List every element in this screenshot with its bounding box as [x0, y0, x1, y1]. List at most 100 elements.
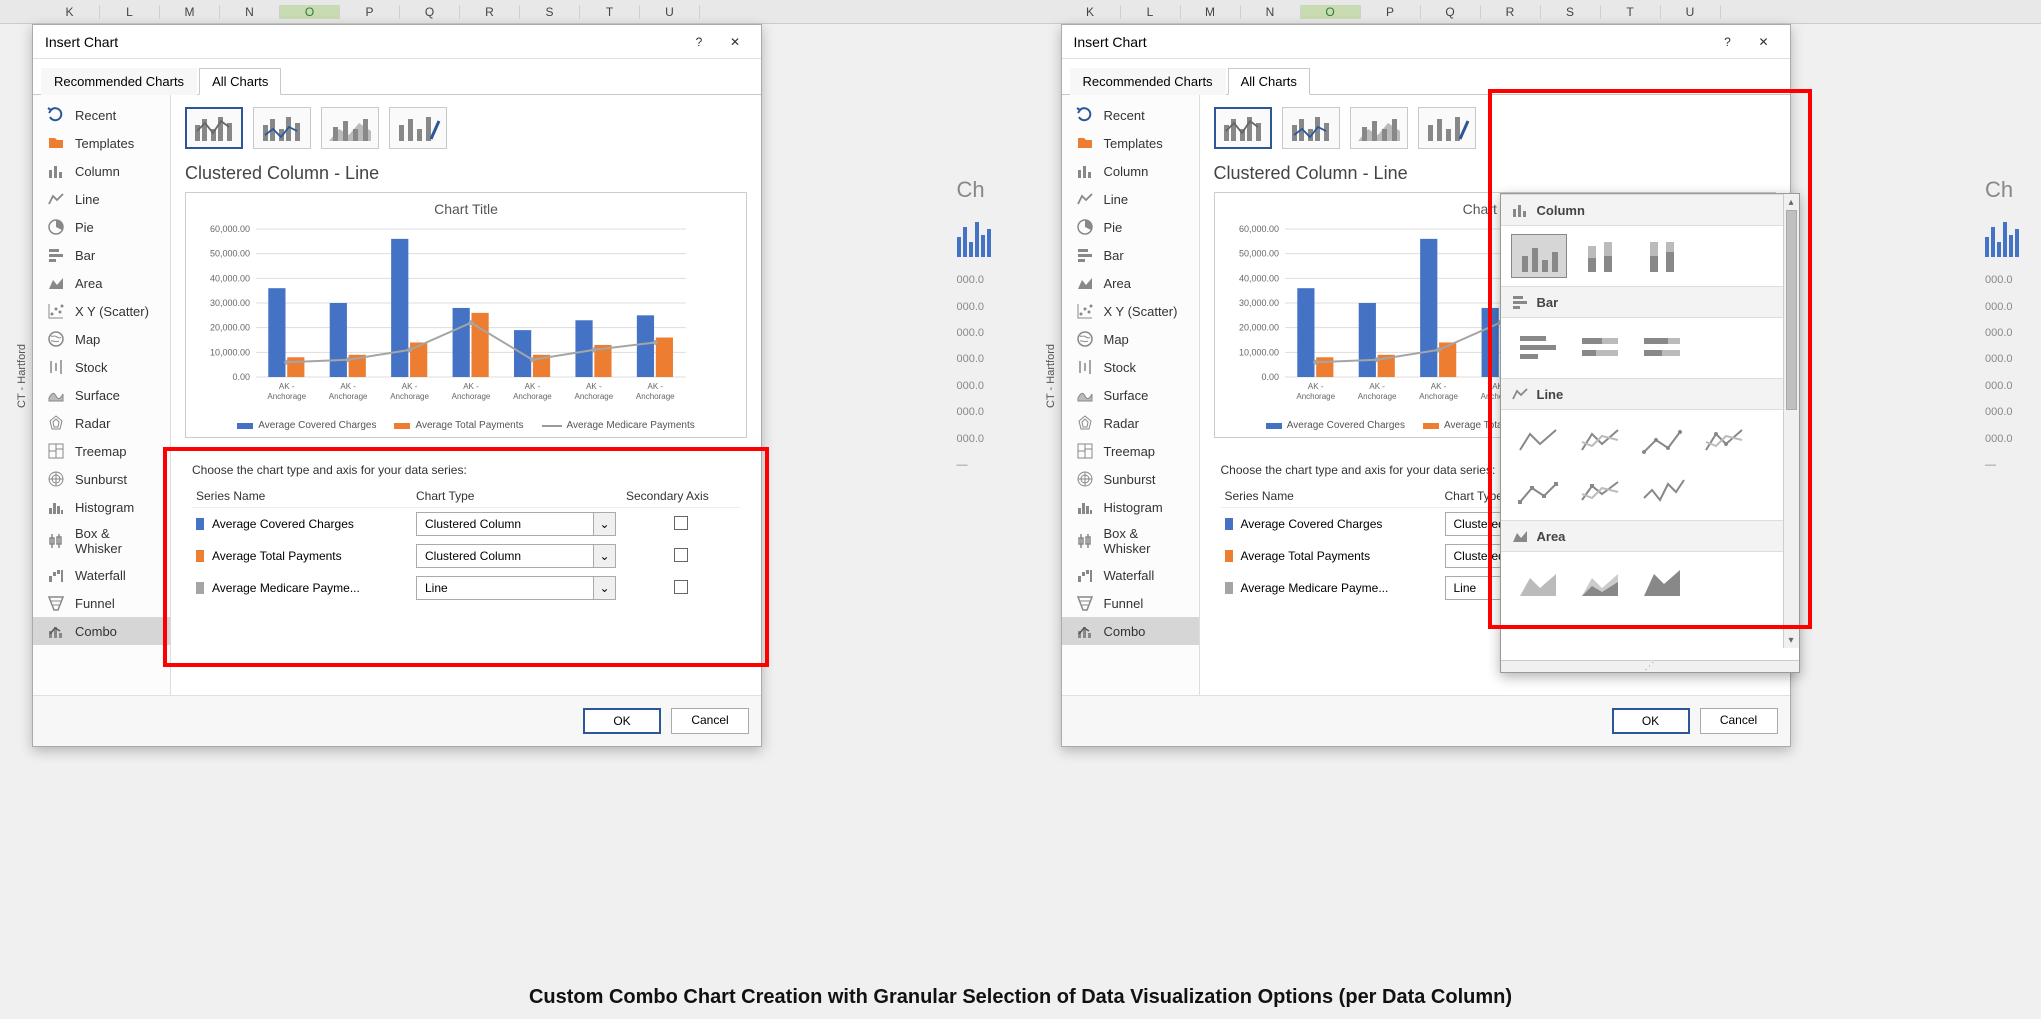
dropdown-option-line-0[interactable] [1511, 418, 1567, 462]
sidebar-item-funnel[interactable]: Funnel [33, 589, 170, 617]
cancel-button[interactable]: Cancel [1700, 708, 1778, 734]
sidebar-item-templates[interactable]: Templates [33, 129, 170, 157]
col-letter[interactable]: L [100, 5, 160, 19]
col-letter[interactable]: N [220, 5, 280, 19]
dropdown-option-bar-0[interactable] [1511, 326, 1567, 370]
sidebar-item-xy[interactable]: X Y (Scatter) [1062, 297, 1199, 325]
scroll-up-icon[interactable]: ▴ [1784, 194, 1799, 210]
sidebar-item-sunburst[interactable]: Sunburst [33, 465, 170, 493]
dropdown-option-column-0[interactable] [1511, 234, 1567, 278]
sidebar-item-combo[interactable]: Combo [33, 617, 170, 645]
sidebar-item-treemap[interactable]: Treemap [33, 437, 170, 465]
sidebar-item-line[interactable]: Line [1062, 185, 1199, 213]
col-letter[interactable]: M [160, 5, 220, 19]
sidebar-item-xy[interactable]: X Y (Scatter) [33, 297, 170, 325]
help-button[interactable]: ? [681, 27, 717, 57]
sidebar-item-stock[interactable]: Stock [33, 353, 170, 381]
sidebar-item-recent[interactable]: Recent [33, 101, 170, 129]
dropdown-option-line-2[interactable] [1635, 418, 1691, 462]
tab-all-charts[interactable]: All Charts [1228, 68, 1310, 95]
dropdown-option-bar-1[interactable] [1573, 326, 1629, 370]
sidebar-item-pie[interactable]: Pie [1062, 213, 1199, 241]
sidebar-item-templates[interactable]: Templates [1062, 129, 1199, 157]
col-letter[interactable]: Q [400, 5, 460, 19]
secondary-axis-checkbox[interactable] [674, 516, 688, 530]
sidebar-item-map[interactable]: Map [33, 325, 170, 353]
chart-type-select[interactable]: Clustered Column ⌄ [416, 544, 616, 568]
sidebar-item-surface[interactable]: Surface [33, 381, 170, 409]
col-letter[interactable]: K [1061, 5, 1121, 19]
dropdown-option-line-3[interactable] [1697, 418, 1753, 462]
dropdown-option-bar-2[interactable] [1635, 326, 1691, 370]
sidebar-item-area[interactable]: Area [33, 269, 170, 297]
secondary-axis-checkbox[interactable] [674, 580, 688, 594]
sidebar-item-area[interactable]: Area [1062, 269, 1199, 297]
col-letter[interactable]: R [460, 5, 520, 19]
col-letter[interactable]: U [1661, 5, 1721, 19]
secondary-axis-checkbox[interactable] [674, 548, 688, 562]
tab-recommended-charts[interactable]: Recommended Charts [41, 68, 197, 95]
sidebar-item-map[interactable]: Map [1062, 325, 1199, 353]
chart-type-select[interactable]: Line ⌄ [416, 576, 616, 600]
sidebar-item-bar[interactable]: Bar [1062, 241, 1199, 269]
col-letter[interactable]: T [580, 5, 640, 19]
subtype-clustered-column-line-secondary[interactable] [1282, 107, 1340, 149]
col-letter[interactable]: L [1121, 5, 1181, 19]
sidebar-item-box[interactable]: Box & Whisker [1062, 521, 1199, 561]
dropdown-option-line-1[interactable] [1573, 418, 1629, 462]
dropdown-option-line-6[interactable] [1635, 468, 1691, 512]
col-letter-selected[interactable]: O [1301, 5, 1361, 19]
scrollbar[interactable]: ▴ ▾ [1783, 194, 1799, 648]
scroll-down-icon[interactable]: ▾ [1784, 632, 1799, 648]
sidebar-item-column[interactable]: Column [1062, 157, 1199, 185]
col-letter[interactable]: N [1241, 5, 1301, 19]
chevron-down-icon[interactable]: ⌄ [593, 577, 615, 599]
tab-all-charts[interactable]: All Charts [199, 68, 281, 95]
tab-recommended-charts[interactable]: Recommended Charts [1070, 68, 1226, 95]
sidebar-item-funnel[interactable]: Funnel [1062, 589, 1199, 617]
col-letter[interactable]: M [1181, 5, 1241, 19]
col-letter[interactable]: R [1481, 5, 1541, 19]
dropdown-option-area-1[interactable] [1573, 560, 1629, 604]
sidebar-item-recent[interactable]: Recent [1062, 101, 1199, 129]
dropdown-option-column-1[interactable] [1573, 234, 1629, 278]
subtype-clustered-column-line[interactable] [185, 107, 243, 149]
col-letter[interactable]: U [640, 5, 700, 19]
subtype-stacked-area-column[interactable] [321, 107, 379, 149]
sidebar-item-stock[interactable]: Stock [1062, 353, 1199, 381]
sidebar-item-histogram[interactable]: Histogram [33, 493, 170, 521]
sidebar-item-radar[interactable]: Radar [1062, 409, 1199, 437]
subtype-stacked-area-column[interactable] [1350, 107, 1408, 149]
close-button[interactable]: ✕ [1746, 27, 1782, 57]
scroll-thumb[interactable] [1786, 210, 1797, 410]
sidebar-item-box[interactable]: Box & Whisker [33, 521, 170, 561]
ok-button[interactable]: OK [583, 708, 661, 734]
chart-type-select[interactable]: Clustered Column ⌄ [416, 512, 616, 536]
sidebar-item-histogram[interactable]: Histogram [1062, 493, 1199, 521]
col-letter[interactable]: P [1361, 5, 1421, 19]
col-letter[interactable]: Q [1421, 5, 1481, 19]
dropdown-option-line-5[interactable] [1573, 468, 1629, 512]
chevron-down-icon[interactable]: ⌄ [593, 545, 615, 567]
subtype-clustered-column-line[interactable] [1214, 107, 1272, 149]
col-letter[interactable]: T [1601, 5, 1661, 19]
cancel-button[interactable]: Cancel [671, 708, 749, 734]
col-letter[interactable]: P [340, 5, 400, 19]
col-letter[interactable]: S [1541, 5, 1601, 19]
resize-handle[interactable]: ⋰ [1501, 660, 1799, 672]
sidebar-item-radar[interactable]: Radar [33, 409, 170, 437]
sidebar-item-bar[interactable]: Bar [33, 241, 170, 269]
sidebar-item-waterfall[interactable]: Waterfall [1062, 561, 1199, 589]
ok-button[interactable]: OK [1612, 708, 1690, 734]
sidebar-item-pie[interactable]: Pie [33, 213, 170, 241]
subtype-custom-combo[interactable] [1418, 107, 1476, 149]
sidebar-item-column[interactable]: Column [33, 157, 170, 185]
sidebar-item-surface[interactable]: Surface [1062, 381, 1199, 409]
dropdown-option-line-4[interactable] [1511, 468, 1567, 512]
dropdown-option-area-0[interactable] [1511, 560, 1567, 604]
subtype-clustered-column-line-secondary[interactable] [253, 107, 311, 149]
sidebar-item-treemap[interactable]: Treemap [1062, 437, 1199, 465]
subtype-custom-combo[interactable] [389, 107, 447, 149]
chart-type-dropdown-panel[interactable]: ColumnBarLineArea ▴ ▾ ⋰ [1500, 193, 1800, 673]
col-letter[interactable]: K [40, 5, 100, 19]
